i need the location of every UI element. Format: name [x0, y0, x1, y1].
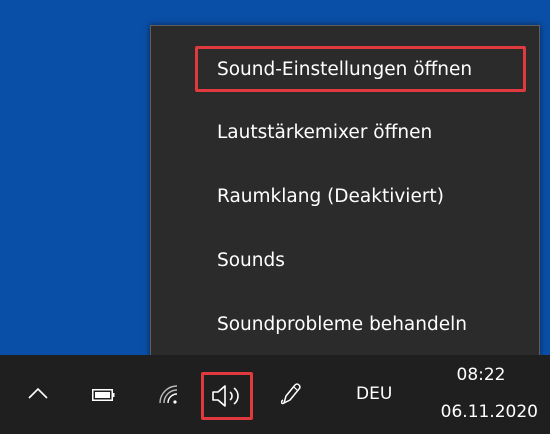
- menu-item-open-sound-settings[interactable]: Sound-Einstellungen öffnen: [151, 50, 539, 90]
- menu-item-sounds[interactable]: Sounds: [151, 241, 539, 281]
- input-language-indicator[interactable]: DEU: [356, 382, 392, 406]
- chevron-up-icon[interactable]: [28, 387, 48, 399]
- wifi-icon[interactable]: [157, 385, 181, 405]
- menu-item-troubleshoot-sound[interactable]: Soundprobleme behandeln: [151, 305, 539, 345]
- menu-item-open-volume-mixer[interactable]: Lautstärkemixer öffnen: [151, 113, 539, 153]
- clock-date[interactable]: 06.11.2020: [424, 400, 538, 424]
- taskbar: DEU 08:22 06.11.2020: [0, 355, 550, 434]
- clock-time[interactable]: 08:22: [441, 363, 521, 387]
- battery-icon[interactable]: [92, 389, 116, 401]
- speaker-icon[interactable]: [210, 383, 244, 409]
- screen: Sound-Einstellungen öffnen Lautstärkemix…: [0, 0, 550, 434]
- volume-context-menu: Sound-Einstellungen öffnen Lautstärkemix…: [150, 25, 540, 368]
- pen-icon[interactable]: [280, 381, 302, 407]
- menu-item-spatial-sound[interactable]: Raumklang (Deaktiviert): [151, 177, 539, 217]
